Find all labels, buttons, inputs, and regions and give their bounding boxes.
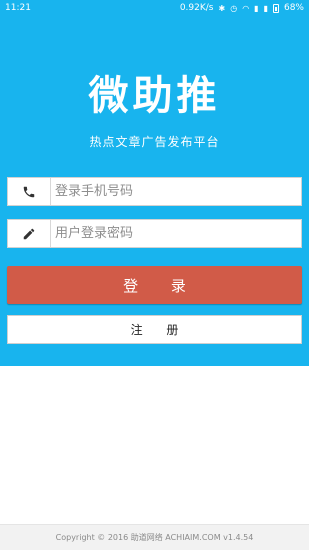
pencil-icon [8,220,51,247]
network-speed: 0.92K/s [179,3,214,13]
battery-icon [272,4,279,13]
wifi-icon: ◠ [242,4,250,13]
password-input[interactable] [51,220,301,247]
register-button[interactable]: 注 册 [7,315,302,344]
bluetooth-icon: ✱ [218,4,226,13]
signal-icon: ▮ [254,4,259,13]
password-field[interactable] [7,219,302,248]
app-logo: 微助推 [88,73,221,119]
battery-level: 68% [283,3,304,13]
login-button[interactable]: 登 录 [7,266,302,304]
signal-2-icon: ▮ [263,4,268,13]
phone-icon [8,178,51,205]
status-time: 11:21 [5,3,31,13]
phone-field[interactable] [7,177,302,206]
alarm-icon: ◷ [230,4,238,13]
status-bar: 11:21 0.92K/s ✱ ◷ ◠ ▮ ▮ 68% [0,0,309,17]
hero-banner: 11:21 0.92K/s ✱ ◷ ◠ ▮ ▮ 68% 微助推 热点文章广告发布… [0,0,309,366]
phone-input[interactable] [51,178,301,205]
app-slogan: 热点文章广告发布平台 [89,135,220,149]
copyright-footer: Copyright © 2016 助道网络 ACHIAIM.COM v1.4.5… [0,524,309,550]
status-indicators: 0.92K/s ✱ ◷ ◠ ▮ ▮ 68% [180,0,304,17]
